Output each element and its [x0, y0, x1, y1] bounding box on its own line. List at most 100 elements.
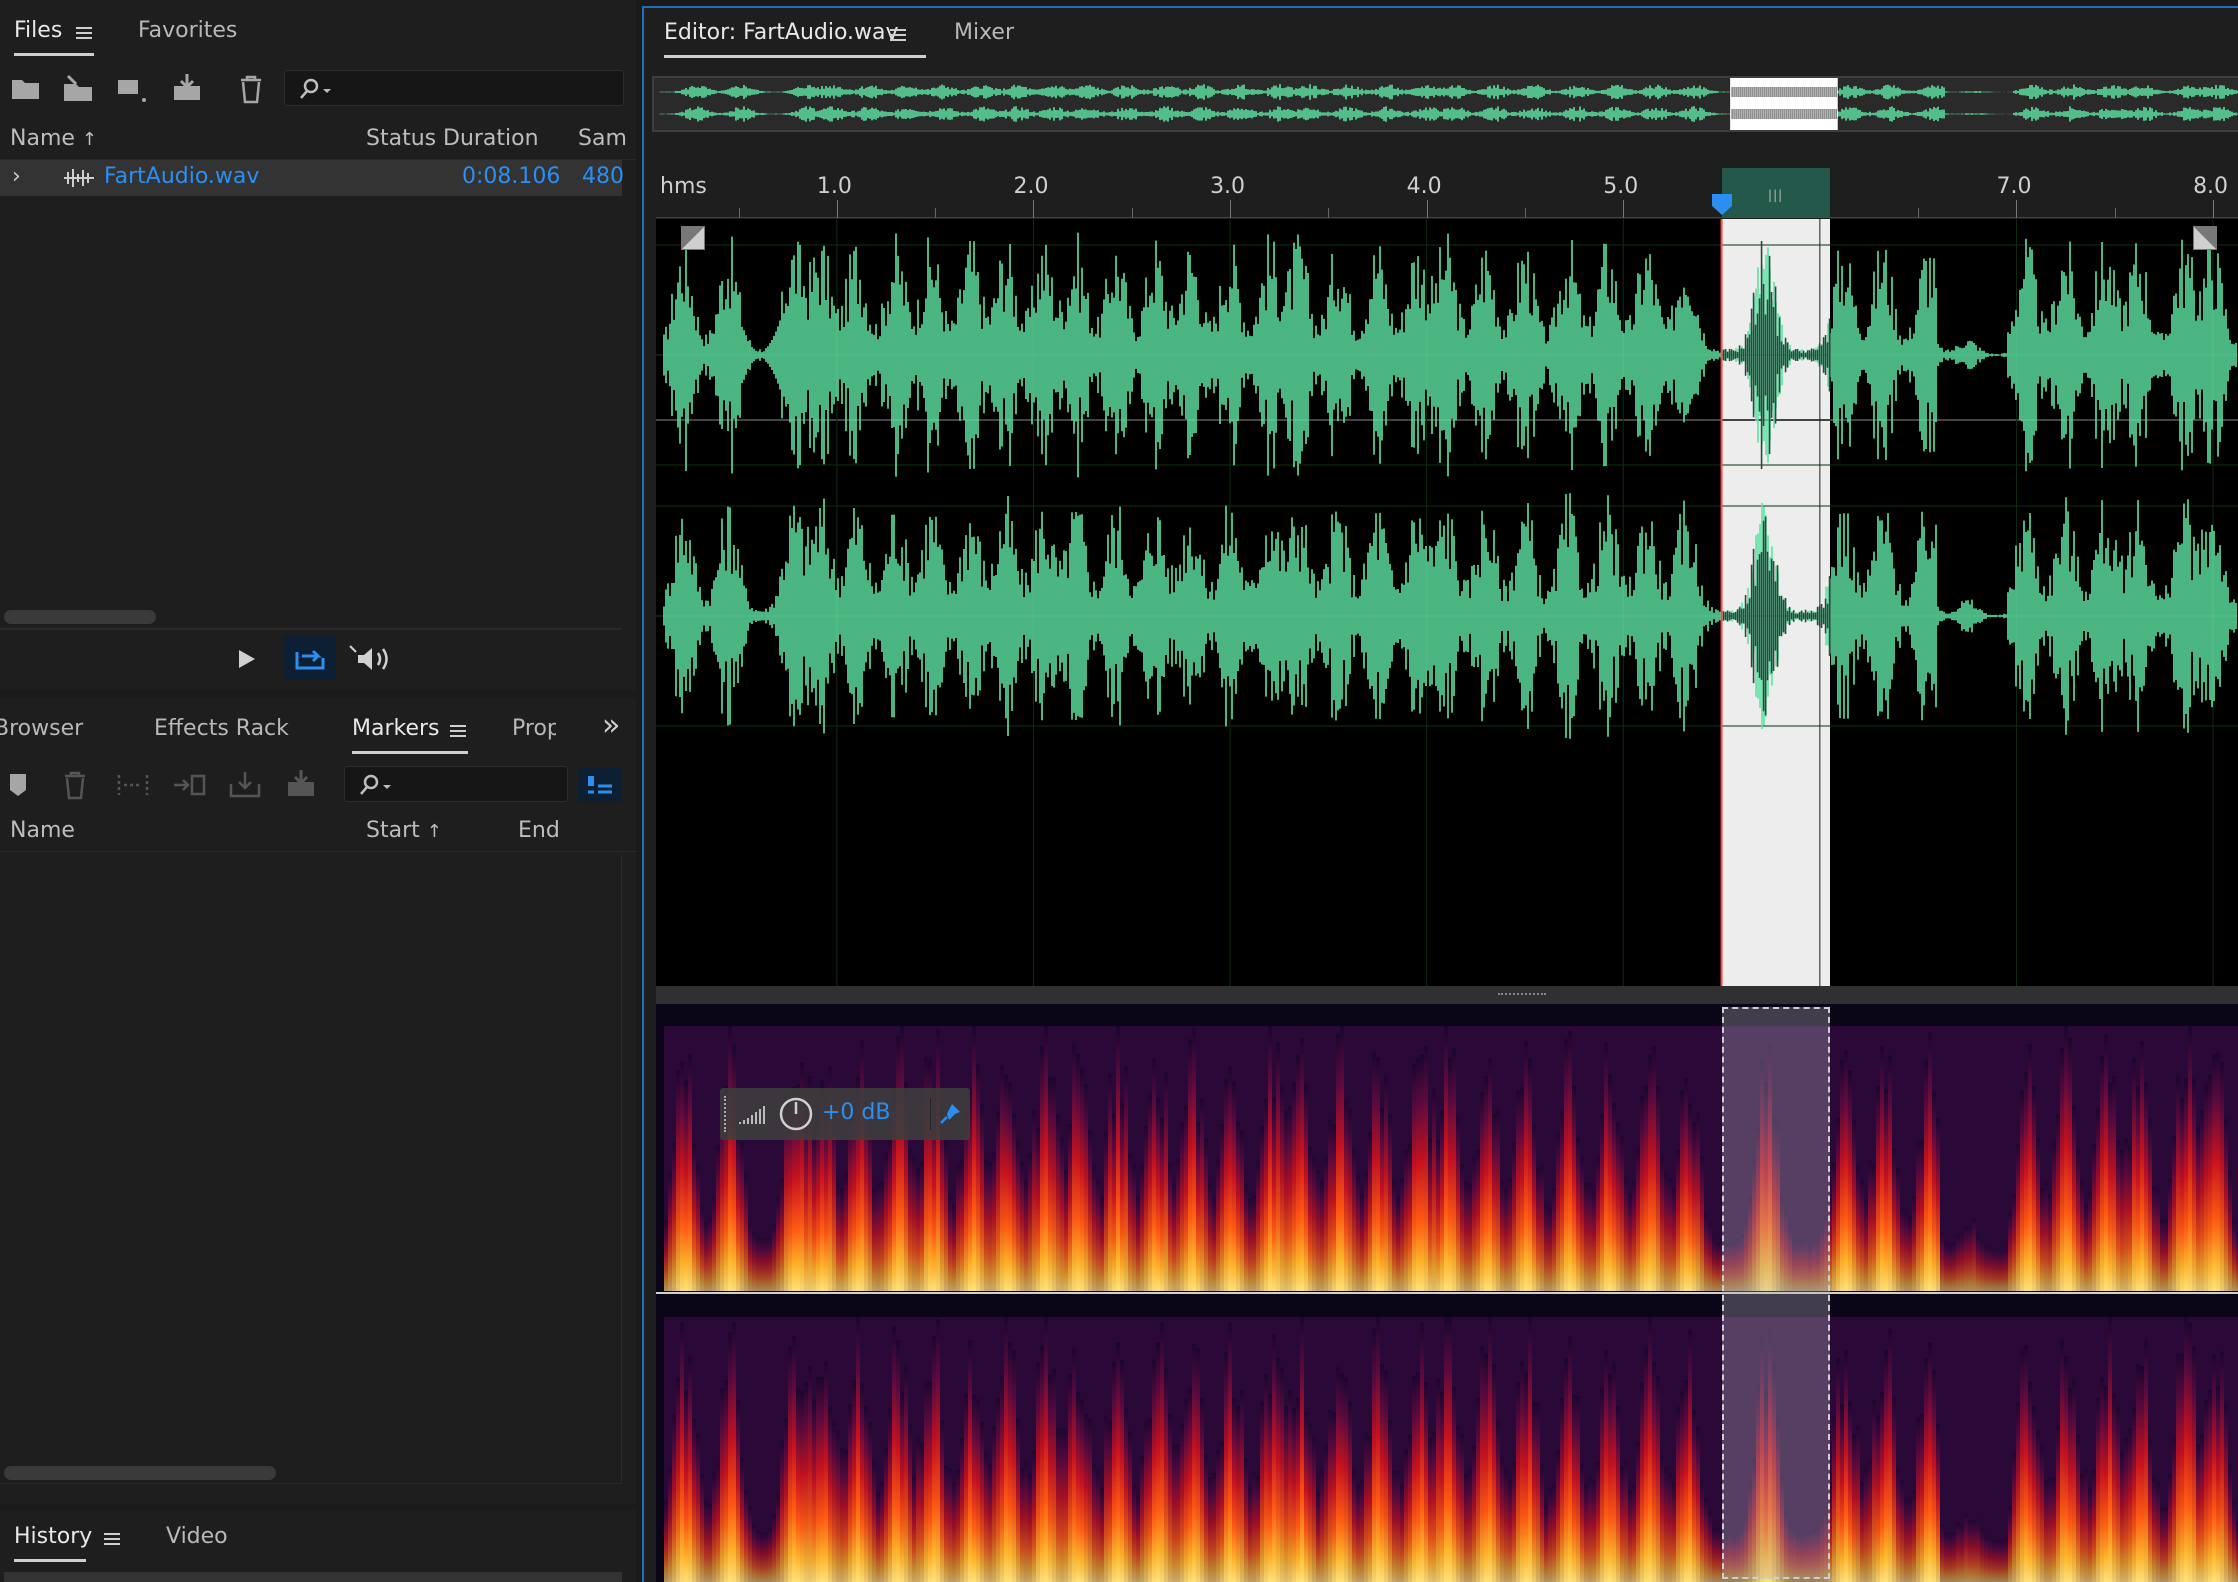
- editor-menu-icon[interactable]: [890, 29, 906, 41]
- spectral-column: [1084, 1084, 1088, 1291]
- spectral-column: [2060, 1340, 2064, 1582]
- spectral-column: [1716, 1528, 1720, 1582]
- spectral-column: [1600, 1388, 1604, 1582]
- spectral-column: [996, 1397, 1000, 1582]
- spectral-column: [940, 1420, 944, 1582]
- ruler-selection[interactable]: |||: [1721, 168, 1830, 218]
- tab-effects-rack[interactable]: Effects Rack: [154, 716, 289, 741]
- spectral-column: [2032, 1086, 2036, 1291]
- markers-menu-icon[interactable]: [450, 725, 466, 737]
- spectral-column: [1520, 1087, 1524, 1291]
- column-start[interactable]: Start ↑: [366, 818, 442, 843]
- spectral-column: [1980, 1529, 1984, 1582]
- spectral-column: [1120, 1360, 1124, 1582]
- spectral-column: [1468, 1183, 1472, 1291]
- time-ruler[interactable]: hms 1.0 2.0 3.0 4.0 5.0 7.0 8.0 |||: [656, 168, 2238, 218]
- files-search-input[interactable]: [284, 70, 624, 106]
- new-file-icon[interactable]: [114, 76, 150, 104]
- spectral-column: [1492, 1363, 1496, 1582]
- column-sample[interactable]: Sam: [578, 126, 627, 151]
- speaker-icon[interactable]: [348, 644, 392, 674]
- sort-up-icon: ↑: [426, 821, 442, 842]
- spectral-column: [2196, 1443, 2200, 1582]
- spectral-selection[interactable]: [1721, 1007, 1830, 1579]
- spectral-column: [1552, 1484, 1556, 1582]
- tab-mixer[interactable]: Mixer: [954, 20, 1014, 45]
- hud-gain-value[interactable]: +0 dB: [822, 1100, 890, 1125]
- spectral-column: [1600, 1114, 1604, 1291]
- gain-hud[interactable]: +0 dB: [720, 1088, 970, 1140]
- waveform-view[interactable]: [656, 219, 2238, 986]
- spectral-column: [1268, 1026, 1272, 1291]
- spectral-column: [1588, 1477, 1592, 1582]
- history-menu-icon[interactable]: [104, 1533, 120, 1545]
- tab-video[interactable]: Video: [166, 1524, 228, 1549]
- spectral-column: [692, 1143, 696, 1291]
- spectral-column: [2140, 1041, 2144, 1291]
- expand-icon[interactable]: ›: [12, 164, 21, 189]
- spectral-column: [976, 1399, 980, 1582]
- pin-icon[interactable]: [938, 1102, 962, 1126]
- view-splitter[interactable]: [656, 986, 2238, 1004]
- spectral-column: [1448, 1317, 1452, 1582]
- markers-search-input[interactable]: [344, 766, 568, 802]
- spectral-column: [1488, 1317, 1492, 1582]
- spectral-column: [2112, 1076, 2116, 1291]
- spectral-column: [836, 1183, 840, 1291]
- column-end[interactable]: End: [518, 818, 560, 843]
- tab-files[interactable]: Files: [14, 18, 94, 56]
- spectral-column: [1280, 1367, 1284, 1582]
- fade-out-handle-icon[interactable]: [2192, 225, 2218, 251]
- spectral-column: [1428, 1138, 1432, 1291]
- spectral-column: [1176, 1158, 1180, 1291]
- panel-overflow-icon[interactable]: »: [602, 708, 620, 743]
- spectral-view[interactable]: +0 dB: [656, 1004, 2238, 1582]
- loop-button[interactable]: [284, 636, 336, 680]
- play-icon[interactable]: [236, 648, 258, 670]
- hud-drag-grip[interactable]: [724, 1096, 730, 1132]
- markers-scrollbar[interactable]: [4, 1466, 276, 1480]
- spectral-column: [2200, 1110, 2204, 1291]
- tab-properties[interactable]: Prop: [512, 716, 556, 741]
- folder-open-icon[interactable]: [10, 76, 42, 102]
- tab-markers[interactable]: Markers: [352, 716, 468, 754]
- column-marker-name[interactable]: Name: [10, 818, 75, 843]
- overview-viewport[interactable]: [1730, 78, 1838, 130]
- spectral-column: [1832, 1163, 1836, 1291]
- files-menu-icon[interactable]: [76, 27, 92, 39]
- spectral-column: [780, 1178, 784, 1291]
- spectral-column: [2044, 1182, 2048, 1291]
- playhead-handle-icon[interactable]: [1710, 192, 1734, 216]
- column-status[interactable]: Status: [366, 126, 436, 151]
- spectral-column: [2132, 1407, 2136, 1582]
- overview-strip[interactable]: [652, 76, 2238, 132]
- files-scrollbar[interactable]: [4, 610, 156, 624]
- spectral-column: [2160, 1219, 2164, 1291]
- spectral-column: [2172, 1136, 2176, 1291]
- selection-grip-icon[interactable]: |||: [1768, 188, 1783, 202]
- column-name[interactable]: Name ↑: [10, 126, 97, 151]
- trash-icon[interactable]: [238, 74, 264, 104]
- spectral-column: [2148, 1118, 2152, 1291]
- spectral-column: [2108, 1082, 2112, 1291]
- save-icon[interactable]: [172, 72, 212, 104]
- column-duration[interactable]: Duration: [443, 126, 539, 151]
- spectral-column: [1916, 1417, 1920, 1582]
- spectral-column: [1952, 1242, 1956, 1291]
- file-row[interactable]: › FartAudio.wav 0:08.106 480: [0, 160, 624, 196]
- tab-editor[interactable]: Editor: FartAudio.wav: [664, 20, 926, 58]
- marker-icon[interactable]: [8, 772, 28, 798]
- import-icon[interactable]: [60, 74, 96, 104]
- spectral-column: [1192, 1343, 1196, 1582]
- spectral-column: [2144, 1339, 2148, 1582]
- spectral-column: [1860, 1482, 1864, 1582]
- marker-list-toggle[interactable]: [578, 768, 622, 802]
- spectral-column: [1112, 1361, 1116, 1582]
- power-icon[interactable]: [778, 1096, 814, 1132]
- tab-history[interactable]: History: [14, 1524, 92, 1562]
- fade-in-handle-icon[interactable]: [680, 225, 706, 251]
- spectral-column: [1324, 1446, 1328, 1582]
- tab-favorites[interactable]: Favorites: [138, 18, 237, 43]
- tab-browser[interactable]: Browser: [0, 716, 83, 741]
- spectral-column: [836, 1430, 840, 1582]
